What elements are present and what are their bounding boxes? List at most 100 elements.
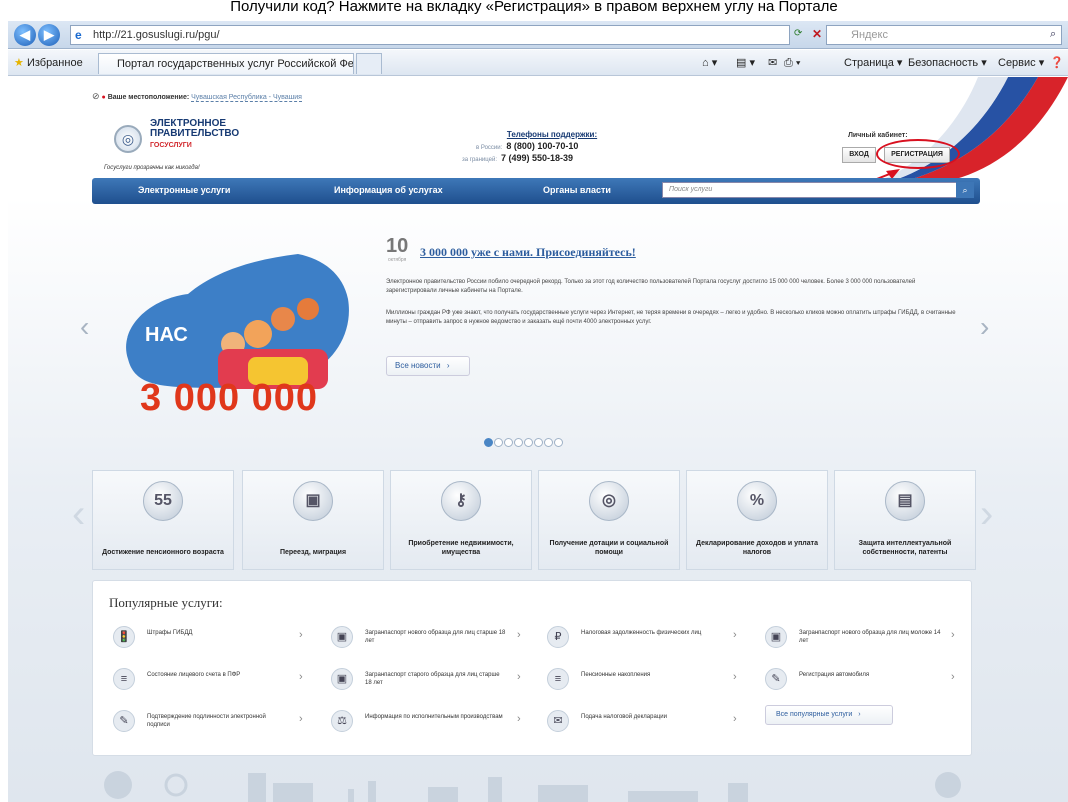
category-icon: ⚷ — [441, 481, 481, 521]
all-news-button[interactable]: Все новости › — [386, 356, 470, 376]
url-text: http://21.gosuslugi.ru/pgu/ — [93, 29, 220, 41]
menu-services-info[interactable]: Информация об услугах — [334, 178, 443, 204]
category-label: Приобретение недвижимости, имущества — [408, 540, 514, 556]
promo-big-number: 3 000 000 — [140, 377, 319, 419]
category-icon: 55 — [143, 481, 183, 521]
popular-item-icon: 🚦 — [113, 626, 135, 648]
popular-item-icon: ₽ — [547, 626, 569, 648]
popular-item-label: Загранпаспорт старого образца для лиц ст… — [365, 672, 500, 686]
popular-item[interactable]: ≡ Состояние лицевого счета в ПФР › — [113, 665, 313, 701]
browser-search-input[interactable]: Яндекс — [826, 25, 1062, 45]
carousel-dot[interactable] — [484, 438, 493, 447]
search-icon[interactable]: ⌕ — [1050, 28, 1056, 41]
popular-item[interactable]: ✎ Регистрация автомобиля › — [765, 665, 965, 701]
page-menu[interactable]: Страница ▾ — [844, 54, 902, 72]
chevron-right-icon: › — [517, 713, 521, 725]
pin-icon: ● — [101, 94, 106, 101]
feeds-icon[interactable]: ▤ ▾ — [736, 54, 755, 72]
carousel-next-button[interactable]: › — [980, 311, 989, 343]
phones-title-link[interactable]: Телефоны поддержки: — [462, 130, 642, 139]
print-icon[interactable]: ⎙ ▾ — [784, 54, 800, 72]
chevron-right-icon: › — [446, 361, 450, 370]
category-card[interactable]: ▤ Защита интеллектуальной собственности, … — [834, 470, 976, 570]
popular-item[interactable]: ✉ Подача налоговой декларации › — [547, 707, 747, 743]
chevron-right-icon: › — [299, 671, 303, 683]
browser-tab-active[interactable]: Портал государственных услуг Российской … — [98, 53, 354, 74]
phone-abroad: 7 (499) 550-18-39 — [501, 153, 574, 163]
category-card[interactable]: ▣ Переезд, миграция — [242, 470, 384, 570]
mail-icon[interactable]: ✉ — [768, 54, 777, 72]
popular-item[interactable]: ⚖ Информация по исполнительным производст… — [331, 707, 531, 743]
categories-next-button[interactable]: › — [980, 492, 993, 537]
popular-item-label: Подача налоговой декларации — [581, 714, 667, 720]
popular-item-icon: ✎ — [765, 668, 787, 690]
popular-item[interactable]: ✎ Подтверждение подлинности электронной п… — [113, 707, 313, 743]
ie-icon: e — [75, 28, 82, 42]
menu-electronic-services[interactable]: Электронные услуги — [138, 178, 230, 204]
phone-abroad-label: за границей: — [462, 157, 498, 163]
popular-item-label: Налоговая задолженность физических лиц — [581, 630, 702, 636]
back-button[interactable]: ◀ — [14, 24, 36, 46]
security-menu[interactable]: Безопасность ▾ — [908, 54, 987, 72]
address-bar: ◀ ▶ e http://21.gosuslugi.ru/pgu/ ⟳ ✕ Янд… — [8, 21, 1068, 49]
category-card[interactable]: % Декларирование доходов и уплата налогов — [686, 470, 828, 570]
new-tab-button[interactable] — [356, 53, 382, 74]
forward-button[interactable]: ▶ — [38, 24, 60, 46]
popular-item[interactable]: ▣ Загранпаспорт нового образца для лиц мо… — [765, 623, 965, 659]
menu-authorities[interactable]: Органы власти — [543, 178, 611, 204]
popular-item[interactable]: ▣ Загранпаспорт старого образца для лиц с… — [331, 665, 531, 701]
star-icon: ★ — [14, 57, 24, 69]
popular-item-label: Загранпаспорт нового образца для лиц ста… — [365, 630, 506, 644]
location-label: Ваше местоположение: — [107, 94, 190, 101]
all-popular-button[interactable]: Все популярные услуги › — [765, 705, 893, 725]
popular-item[interactable]: 🚦 Штрафы ГИБДД › — [113, 623, 313, 659]
popular-item[interactable]: ₽ Налоговая задолженность физических лиц › — [547, 623, 747, 659]
popular-item-icon: ≡ — [547, 668, 569, 690]
location-selector[interactable]: Чувашская Республика - Чувашия — [191, 94, 302, 102]
personal-cabinet-title: Личный кабинет: — [848, 132, 908, 139]
stop-icon[interactable]: ✕ — [812, 27, 822, 41]
favorites-button[interactable]: ★ Избранное — [14, 54, 83, 72]
login-button[interactable]: ВХОД — [842, 147, 876, 163]
favorites-bar: ★ Избранное Портал государственных услуг… — [8, 50, 1068, 76]
category-card[interactable]: 55 Достижение пенсионного возраста — [92, 470, 234, 570]
categories-prev-button[interactable]: ‹ — [72, 492, 85, 537]
phone-russia: 8 (800) 100-70-10 — [506, 141, 579, 151]
news-paragraph-1: Электронное правительство России побило … — [386, 279, 916, 294]
news-title-link[interactable]: 3 000 000 уже с нами. Присоединяйтесь! — [420, 245, 636, 260]
carousel-dot[interactable] — [554, 438, 563, 447]
carousel-dots — [484, 438, 564, 450]
chevron-right-icon: › — [858, 711, 861, 718]
logo-title[interactable]: ЭЛЕКТРОННОЕ ПРАВИТЕЛЬСТВО — [150, 119, 260, 139]
category-icon: ◎ — [589, 481, 629, 521]
url-field[interactable]: e http://21.gosuslugi.ru/pgu/ — [70, 25, 790, 45]
popular-item-label: Штрафы ГИБДД — [147, 630, 193, 636]
help-icon[interactable]: ❓ — [1050, 54, 1064, 72]
service-menu[interactable]: Сервис ▾ — [998, 54, 1044, 72]
home-icon[interactable]: ⌂ ▾ — [702, 54, 717, 72]
all-news-label: Все новости — [395, 361, 441, 370]
refresh-icon[interactable]: ⟳ — [794, 28, 802, 39]
gosuslugi-logo-icon[interactable]: ◎ — [114, 125, 142, 153]
carousel-dot[interactable] — [524, 438, 533, 447]
carousel-dot[interactable] — [514, 438, 523, 447]
carousel-prev-button[interactable]: ‹ — [80, 311, 89, 343]
support-phones: Телефоны поддержки: в России: 8 (800) 100… — [462, 130, 642, 163]
popular-item-icon: ▣ — [765, 626, 787, 648]
category-card[interactable]: ◎ Получение дотации и социальной помощи — [538, 470, 680, 570]
site-header: ⊘ ● Ваше местоположение: Чувашская Респу… — [92, 87, 980, 207]
carousel-dot[interactable] — [494, 438, 503, 447]
popular-item[interactable]: ▣ Загранпаспорт нового образца для лиц ст… — [331, 623, 531, 659]
news-month: октября — [388, 257, 407, 263]
carousel-dot[interactable] — [504, 438, 513, 447]
service-search-input[interactable]: Поиск услуги — [662, 182, 962, 198]
popular-item[interactable]: ≡ Пенсионные накопления › — [547, 665, 747, 701]
popular-item-icon: ▣ — [331, 626, 353, 648]
category-icon: ▤ — [885, 481, 925, 521]
carousel-dot[interactable] — [544, 438, 553, 447]
popular-item-icon: ⚖ — [331, 710, 353, 732]
search-button[interactable]: ⌕ — [956, 182, 974, 198]
category-card[interactable]: ⚷ Приобретение недвижимости, имущества — [390, 470, 532, 570]
tab-title: Портал государственных услуг Российской … — [117, 58, 354, 70]
carousel-dot[interactable] — [534, 438, 543, 447]
